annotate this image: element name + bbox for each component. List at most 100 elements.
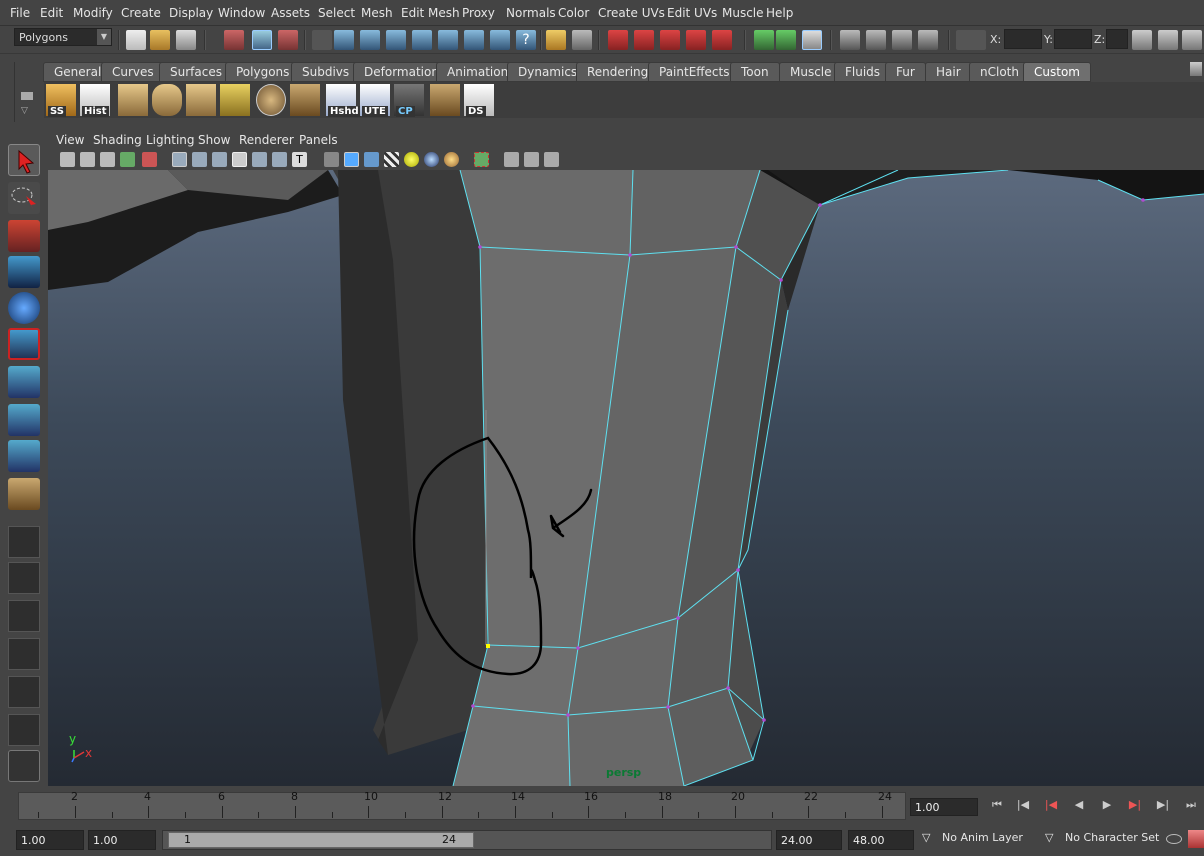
play-backwards-icon[interactable]: ◀ [1068, 798, 1090, 816]
menu-modify[interactable]: Modify [73, 6, 113, 20]
select-edge-icon[interactable] [360, 30, 380, 50]
menu-normals[interactable]: Normals [506, 6, 556, 20]
sphere-texture-icon[interactable] [256, 84, 286, 116]
help-icon[interactable]: ? [516, 30, 536, 50]
move-tool-icon[interactable] [8, 256, 40, 288]
menu-mesh[interactable]: Mesh [361, 6, 393, 20]
character-set-dropdown[interactable]: No Character Set [1065, 831, 1159, 844]
resolution-gate-icon[interactable] [212, 152, 227, 167]
make-live-icon[interactable] [712, 30, 732, 50]
select-misc-icon[interactable] [464, 30, 484, 50]
lasso-tool-icon[interactable] [8, 182, 40, 214]
single-pane-layout-icon[interactable] [8, 526, 40, 558]
shelf-menu-handle[interactable]: ▽ [14, 62, 38, 122]
render-view-icon[interactable] [840, 30, 860, 50]
cylinder-icon[interactable] [152, 84, 182, 116]
textured-icon[interactable] [384, 152, 399, 167]
go-to-start-icon[interactable]: ⏮ [986, 798, 1008, 816]
select-hierarchy-icon[interactable] [224, 30, 244, 50]
trash-icon[interactable] [1190, 62, 1202, 76]
snap-curve-icon[interactable] [634, 30, 654, 50]
shelf-button-ute[interactable]: UTE [360, 84, 390, 117]
animation-preferences-icon[interactable] [1188, 830, 1204, 848]
animation-start-field[interactable]: 1.00 [16, 830, 84, 850]
key-icon[interactable] [1166, 834, 1182, 844]
cube-icon[interactable] [118, 84, 148, 116]
select-camera-icon[interactable] [60, 152, 75, 167]
panel-menu-view[interactable]: View [56, 133, 84, 147]
input-connections-icon[interactable] [754, 30, 774, 50]
render-current-icon[interactable] [866, 30, 886, 50]
menu-color[interactable]: Color [558, 6, 589, 20]
plane-icon[interactable] [186, 84, 216, 116]
menu-muscle[interactable]: Muscle [722, 6, 764, 20]
menu-create[interactable]: Create [121, 6, 161, 20]
shelf-tab-curves[interactable]: Curves [101, 62, 165, 82]
hud-icon[interactable] [544, 152, 559, 167]
anim-layer-dropdown[interactable]: No Anim Layer [942, 831, 1023, 844]
grid-toggle-icon[interactable] [172, 152, 187, 167]
snap-view-plane-icon[interactable] [686, 30, 706, 50]
menu-proxy[interactable]: Proxy [462, 6, 495, 20]
shelf-button-hshd[interactable]: Hshd [326, 84, 361, 117]
menu-file[interactable]: File [10, 6, 30, 20]
shelf-tab-fluids[interactable]: Fluids [834, 62, 892, 82]
persp-outliner-layout-icon[interactable] [8, 600, 40, 632]
select-component-icon[interactable] [278, 30, 298, 50]
persp-graph-layout-icon[interactable] [8, 638, 40, 670]
play-forwards-icon[interactable]: ▶ [1096, 798, 1118, 816]
menu-display[interactable]: Display [169, 6, 213, 20]
shelf-tab-custom[interactable]: Custom [1023, 62, 1091, 82]
coord-z-field[interactable] [1106, 29, 1128, 49]
last-tool-icon[interactable] [8, 478, 40, 510]
split-tool-icon[interactable] [430, 84, 460, 116]
gate-mask-icon[interactable] [232, 152, 247, 167]
custom-layout-icon[interactable] [8, 750, 40, 782]
hypershade-layout-icon[interactable] [8, 676, 40, 708]
select-vertex-icon[interactable] [334, 30, 354, 50]
menu-create-uvs[interactable]: Create UVs [598, 6, 665, 20]
rotate-tool-icon[interactable] [8, 292, 40, 324]
select-uv-icon[interactable] [412, 30, 432, 50]
snap-grid-icon[interactable] [608, 30, 628, 50]
menu-select[interactable]: Select [318, 6, 355, 20]
output-connections-icon[interactable] [776, 30, 796, 50]
show-manipulator-icon[interactable] [8, 440, 40, 472]
menu-edit-mesh[interactable]: Edit Mesh [401, 6, 460, 20]
xray-joints-icon[interactable] [524, 152, 539, 167]
open-scene-icon[interactable] [150, 30, 170, 50]
mask-menu-icon[interactable] [312, 30, 332, 50]
extract-icon[interactable] [290, 84, 320, 116]
panel-menu-renderer[interactable]: Renderer [239, 133, 294, 147]
attribute-editor-icon[interactable] [1132, 30, 1152, 50]
wireframe-icon[interactable] [324, 152, 339, 167]
use-default-light-icon[interactable] [404, 152, 419, 167]
soft-mod-tool-icon[interactable] [8, 404, 40, 436]
bookmarks-icon[interactable] [100, 152, 115, 167]
shelf-tab-muscle[interactable]: Muscle [779, 62, 843, 82]
mode-menu-dropdown[interactable]: Polygons ▼ [14, 28, 112, 46]
range-slider-handle[interactable] [168, 832, 474, 848]
perspective-viewport[interactable]: persp y x [48, 170, 1204, 786]
smooth-shade-icon[interactable] [344, 152, 359, 167]
coord-x-field[interactable] [1004, 29, 1042, 49]
current-frame-field[interactable]: 1.00 [910, 798, 978, 816]
coord-y-field[interactable] [1054, 29, 1092, 49]
menu-assets[interactable]: Assets [271, 6, 310, 20]
step-forward-key-icon[interactable]: ▶| [1124, 798, 1146, 816]
panel-menu-shading[interactable]: Shading [93, 133, 142, 147]
scale-tool-icon[interactable] [8, 328, 40, 360]
shelf-tab-surfaces[interactable]: Surfaces [159, 62, 233, 82]
shelf-tab-rendering[interactable]: Rendering [576, 62, 660, 82]
universal-manip-icon[interactable] [8, 366, 40, 398]
highlight-selection-icon[interactable] [572, 30, 592, 50]
shelf-button-ss[interactable]: SS [46, 84, 76, 117]
new-scene-icon[interactable] [126, 30, 146, 50]
menu-edit-uvs[interactable]: Edit UVs [667, 6, 717, 20]
xray-icon[interactable] [504, 152, 519, 167]
channel-box-icon[interactable] [1182, 30, 1202, 50]
animation-end-field[interactable]: 48.00 [848, 830, 914, 850]
shelf-button-hist[interactable]: Hist [80, 84, 110, 117]
shelf-tab-painteffects[interactable]: PaintEffects [648, 62, 741, 82]
select-face-icon[interactable] [386, 30, 406, 50]
